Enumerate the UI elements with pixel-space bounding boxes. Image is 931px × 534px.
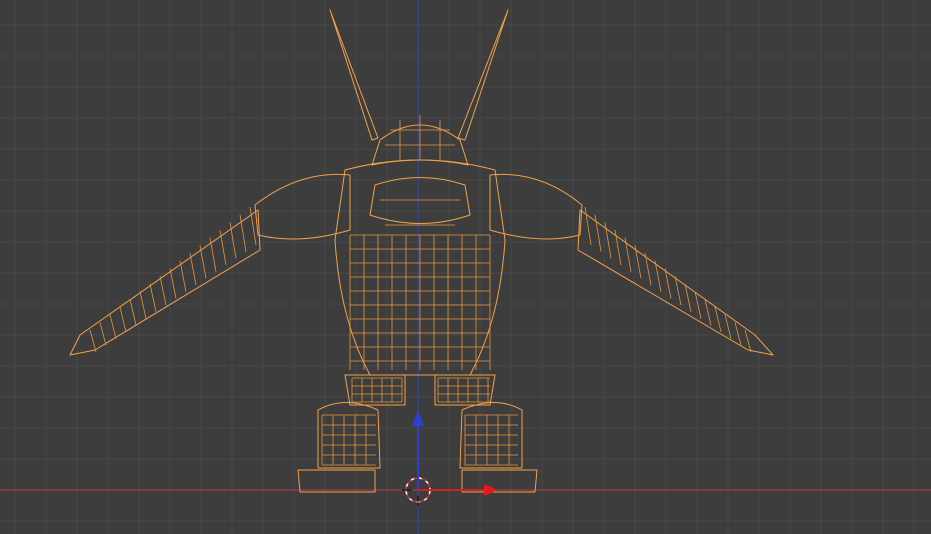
- viewport-canvas[interactable]: [0, 0, 931, 534]
- antenna-left: [329, 9, 379, 141]
- leg-left: [297, 374, 406, 493]
- head: [371, 115, 469, 166]
- antenna-right: [457, 9, 509, 141]
- shoulder-left: [254, 173, 351, 240]
- 3d-viewport[interactable]: [0, 0, 931, 534]
- floor-grid: [0, 0, 931, 534]
- mesh-edges: [89, 206, 752, 466]
- leg-right: [434, 374, 538, 493]
- arm-right: [577, 209, 774, 356]
